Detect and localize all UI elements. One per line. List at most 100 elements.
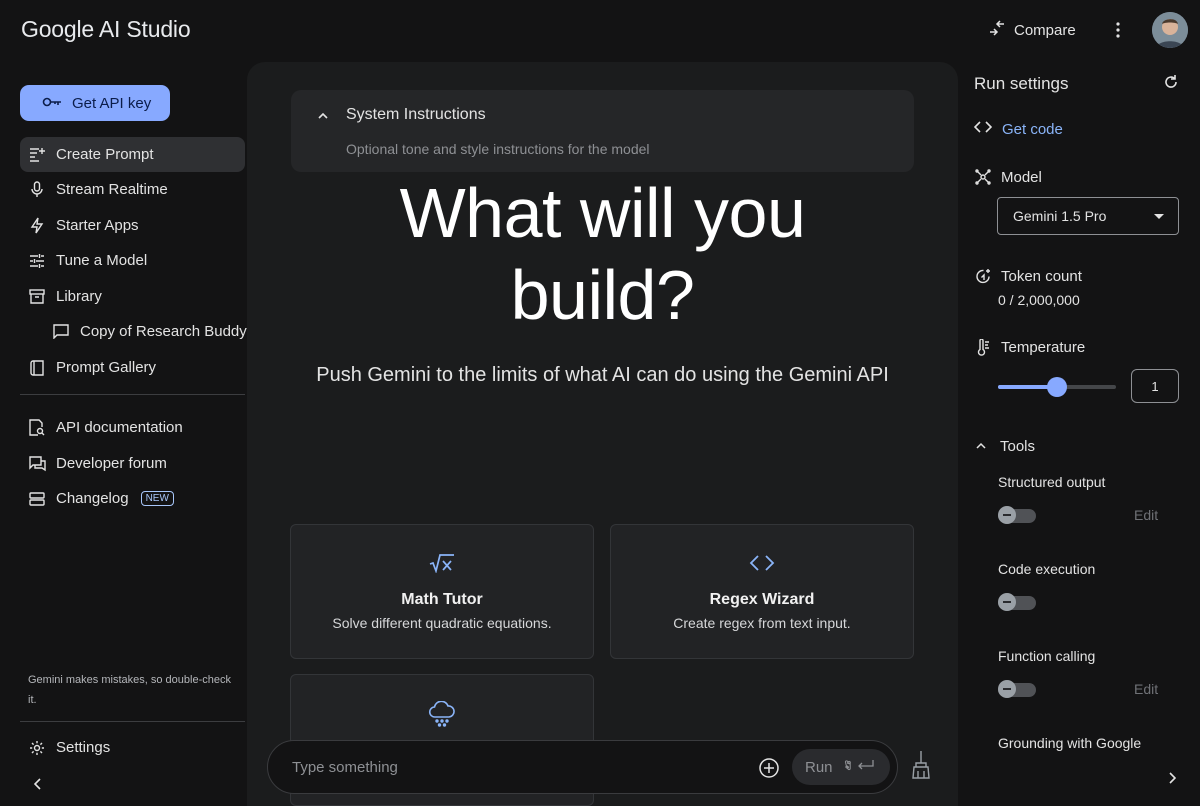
- card-title: Math Tutor: [401, 591, 483, 608]
- hero-subtitle: Push Gemini to the limits of what AI can…: [316, 364, 889, 386]
- tools-section-toggle[interactable]: Tools: [974, 438, 1035, 455]
- run-label: Run: [805, 758, 833, 776]
- model-select[interactable]: Gemini 1.5 Pro: [997, 197, 1179, 235]
- structured-output-edit-button[interactable]: Edit: [1134, 507, 1158, 523]
- collapse-sidebar-icon[interactable]: [28, 774, 48, 794]
- tool-code-execution-label: Code execution: [998, 561, 1096, 577]
- command-enter-shortcut-icon: [843, 758, 875, 776]
- gear-icon: [28, 739, 46, 757]
- sidebar-item-tune-model[interactable]: Tune a Model: [20, 243, 245, 278]
- library-icon: [28, 288, 46, 306]
- sidebar-item-create-prompt[interactable]: Create Prompt: [20, 137, 245, 172]
- run-button[interactable]: Run: [792, 749, 890, 785]
- key-icon: [42, 95, 62, 112]
- thermometer-icon: [974, 338, 992, 356]
- temperature-slider[interactable]: [998, 377, 1116, 397]
- sidebar-item-developer-forum[interactable]: Developer forum: [20, 446, 245, 481]
- dropdown-caret-icon: [1154, 214, 1164, 219]
- avatar[interactable]: [1152, 12, 1188, 48]
- compare-button[interactable]: Compare: [988, 18, 1076, 42]
- chevron-up-icon[interactable]: [315, 108, 331, 124]
- sidebar-item-stream-realtime[interactable]: Stream Realtime: [20, 172, 245, 207]
- token-count-heading: Token count: [974, 267, 1082, 285]
- token-count-label: Token count: [1001, 267, 1082, 285]
- sidebar-item-library[interactable]: Library: [20, 279, 245, 314]
- code-icon: [973, 120, 993, 138]
- starter-card-regex-wizard[interactable]: Regex Wizard Create regex from text inpu…: [610, 524, 914, 659]
- weather-snow-cloud-icon: [291, 701, 593, 727]
- system-instructions-panel[interactable]: System Instructions Optional tone and st…: [291, 90, 914, 172]
- sidebar-item-api-documentation[interactable]: API documentation: [20, 410, 245, 445]
- new-badge: NEW: [140, 491, 174, 506]
- token-counter-icon: [974, 267, 992, 285]
- sidebar-item-label: Settings: [56, 739, 111, 756]
- docs-search-icon: [28, 419, 46, 437]
- sidebar-item-settings[interactable]: Settings: [20, 730, 245, 765]
- hero-line-2: build?: [510, 256, 695, 334]
- hero-heading: What will you build?: [247, 172, 958, 336]
- main-panel: System Instructions Optional tone and st…: [247, 62, 958, 806]
- sidebar-item-label: Stream Realtime: [56, 181, 168, 198]
- temperature-heading: Temperature: [974, 338, 1085, 356]
- sidebar-item-label: Library: [56, 288, 102, 305]
- sidebar-item-copy-research-buddy[interactable]: Copy of Research Buddy: [44, 314, 254, 349]
- sidebar-item-label: Starter Apps: [56, 217, 139, 234]
- model-network-icon: [974, 168, 992, 186]
- temperature-label: Temperature: [1001, 338, 1086, 356]
- toggle-knob: [998, 680, 1016, 698]
- tools-label: Tools: [1000, 438, 1036, 455]
- sidebar-item-label: Developer forum: [56, 455, 167, 472]
- model-label: Model: [1001, 168, 1042, 186]
- model-section-heading: Model: [974, 168, 1042, 186]
- run-settings-panel: Run settings Get code Model Gemini 1.5 P…: [958, 60, 1200, 806]
- temperature-input[interactable]: [1131, 369, 1179, 403]
- code-execution-toggle[interactable]: [998, 593, 1038, 611]
- mic-icon: [28, 181, 46, 199]
- more-options-icon[interactable]: [1108, 18, 1128, 42]
- get-api-key-label: Get API key: [72, 94, 152, 112]
- sidebar-item-starter-apps[interactable]: Starter Apps: [20, 208, 245, 243]
- sidebar-divider: [20, 721, 245, 722]
- function-calling-toggle[interactable]: [998, 680, 1038, 698]
- sidebar-item-label: Changelog: [56, 490, 129, 507]
- compare-label: Compare: [1014, 21, 1076, 39]
- card-title: Regex Wizard: [709, 591, 815, 608]
- app-title: Google AI Studio: [21, 16, 191, 42]
- sidebar-item-label: Tune a Model: [56, 252, 148, 269]
- get-code-button[interactable]: Get code: [973, 120, 1063, 138]
- sidebar-item-label: Prompt Gallery: [56, 359, 157, 376]
- starter-card-math-tutor[interactable]: Math Tutor Solve different quadratic equ…: [290, 524, 594, 659]
- reset-refresh-icon[interactable]: [1163, 74, 1181, 92]
- clear-chat-broom-icon[interactable]: [910, 750, 936, 780]
- system-instructions-input[interactable]: Optional tone and style instructions for…: [346, 141, 650, 157]
- prompt-input[interactable]: [292, 755, 732, 779]
- get-code-label: Get code: [1002, 120, 1063, 138]
- disclaimer-text: Gemini makes mistakes, so double-check i…: [28, 674, 231, 706]
- tool-grounding-label: Grounding with Google: [998, 735, 1142, 751]
- tune-icon: [28, 252, 46, 270]
- forum-icon: [28, 455, 46, 473]
- sidebar-item-prompt-gallery[interactable]: Prompt Gallery: [20, 350, 245, 385]
- changelog-icon: [28, 490, 46, 508]
- chat-icon: [52, 323, 70, 341]
- book-icon: [28, 359, 46, 377]
- sidebar-item-label: API documentation: [56, 419, 183, 436]
- collapse-run-settings-icon[interactable]: [1163, 768, 1181, 788]
- tool-function-calling-label: Function calling: [998, 648, 1096, 664]
- create-prompt-icon: [28, 146, 46, 164]
- sidebar: Get API key Create Prompt Stream Realtim…: [0, 60, 258, 806]
- card-description: Create regex from text input.: [673, 615, 851, 631]
- sidebar-item-label: Create Prompt: [56, 146, 154, 163]
- card-description: Solve different quadratic equations.: [332, 615, 552, 631]
- code-brackets-icon: [611, 553, 913, 577]
- bolt-icon: [28, 217, 46, 235]
- slider-thumb[interactable]: [1047, 377, 1067, 397]
- add-media-icon[interactable]: [758, 757, 780, 779]
- get-api-key-button[interactable]: Get API key: [20, 85, 170, 121]
- function-calling-edit-button[interactable]: Edit: [1134, 681, 1158, 697]
- model-select-value: Gemini 1.5 Pro: [1013, 208, 1107, 224]
- structured-output-toggle[interactable]: [998, 506, 1038, 524]
- square-root-icon: [291, 553, 593, 577]
- sidebar-item-changelog[interactable]: Changelog NEW: [20, 481, 245, 516]
- compare-icon: [988, 19, 1006, 41]
